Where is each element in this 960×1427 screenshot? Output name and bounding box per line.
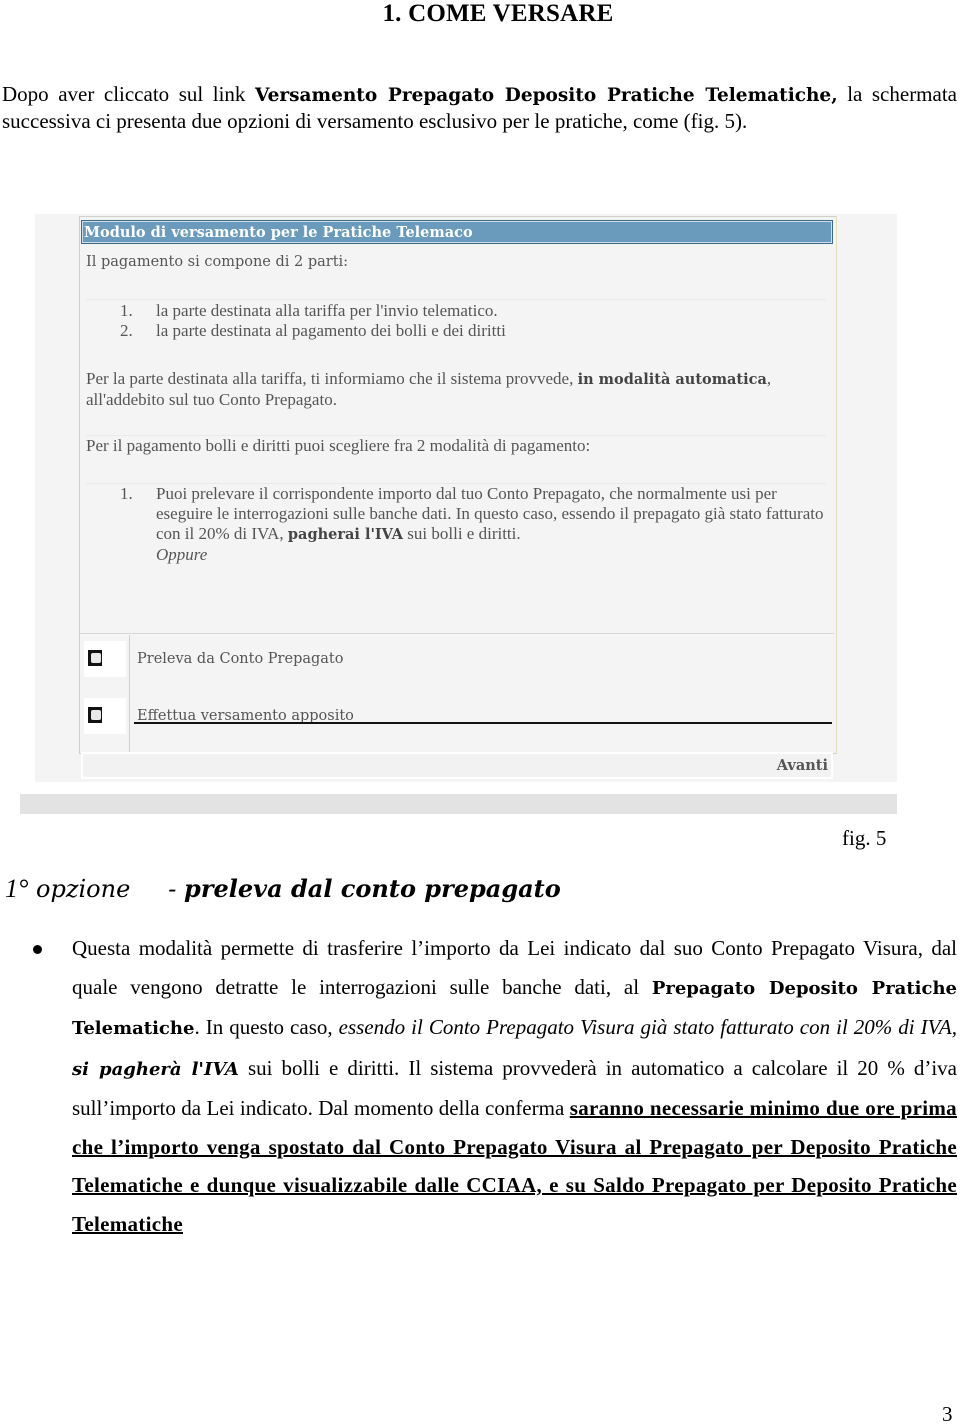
option-row-preleva[interactable]: Preleva da Conto Prepagato	[80, 637, 834, 693]
option-title: preleva dal conto prepagato	[184, 874, 561, 903]
form-footer: Avanti	[81, 752, 833, 779]
radio-cell	[84, 641, 126, 677]
tariff-note: Per la parte destinata alla tariffa, ti …	[86, 369, 806, 409]
list-number: 1.	[120, 301, 133, 320]
option-label-preleva[interactable]: Preleva da Conto Prepagato	[137, 651, 343, 667]
list-item: 2. la parte destinata al pagamento dei bo…	[120, 321, 506, 341]
parts-list: 1. la parte destinata alla tariffa per l'…	[120, 301, 506, 341]
radio-cell	[84, 698, 126, 734]
payment-form-panel: Modulo di versamento per le Pratiche Tel…	[79, 216, 837, 754]
option-word: opzione	[36, 875, 131, 903]
oppure-text: Oppure	[156, 545, 208, 564]
modes-list: 1. Puoi prelevare il corrispondente impo…	[120, 484, 832, 565]
option-number: 1°	[5, 874, 29, 903]
radio-button-preleva[interactable]	[88, 650, 102, 666]
option-description: Questa modalità permette di trasferire l…	[72, 929, 957, 1243]
screenshot-bottom-bar	[20, 794, 897, 814]
desc-italic-1: essendo il Conto Prepagato Visura già st…	[338, 1015, 957, 1039]
divider	[80, 633, 834, 634]
option-underline	[134, 722, 832, 724]
intro-text-before: Dopo aver cliccato sul link	[2, 82, 255, 106]
radio-button-versamento[interactable]	[88, 707, 102, 723]
desc-bold-italic-1: si pagherà l'IVA	[72, 1058, 239, 1080]
option-heading: 1° opzione - preleva dal conto prepagato	[5, 874, 561, 904]
mode-text-after: sui bolli e diritti.	[403, 524, 521, 543]
option-dash: -	[168, 875, 177, 903]
tariff-note-bold: in modalità automatica	[577, 371, 767, 388]
parts-intro: Il pagamento si compone di 2 parti:	[86, 254, 349, 270]
page-number: 3	[942, 1402, 953, 1426]
mode-text-bold: pagherai l'IVA	[287, 526, 404, 543]
bullet-icon	[33, 945, 42, 954]
list-item: 1. la parte destinata alla tariffa per l'…	[120, 301, 506, 321]
list-item: 1. Puoi prelevare il corrispondente impo…	[120, 484, 832, 565]
divider	[86, 299, 826, 300]
list-number: 1.	[120, 484, 133, 503]
avanti-button[interactable]: Avanti	[777, 757, 828, 774]
list-text: la parte destinata al pagamento dei boll…	[156, 321, 506, 340]
panel-title: Modulo di versamento per le Pratiche Tel…	[81, 220, 833, 244]
intro-paragraph: Dopo aver cliccato sul link Versamento P…	[2, 82, 957, 134]
list-text: la parte destinata alla tariffa per l'in…	[156, 301, 498, 320]
tariff-note-before: Per la parte destinata alla tariffa, ti …	[86, 369, 578, 388]
figure-caption: fig. 5	[842, 826, 887, 850]
intro-link-name: Versamento Prepagato Deposito Pratiche T…	[254, 85, 838, 106]
screenshot-figure: Modulo di versamento per le Pratiche Tel…	[35, 214, 897, 782]
desc-text-2: . In questo caso,	[194, 1015, 339, 1039]
section-title: 1. COME VERSARE	[382, 0, 614, 27]
list-number: 2.	[120, 321, 133, 340]
modes-intro: Per il pagamento bolli e diritti puoi sc…	[86, 436, 591, 455]
